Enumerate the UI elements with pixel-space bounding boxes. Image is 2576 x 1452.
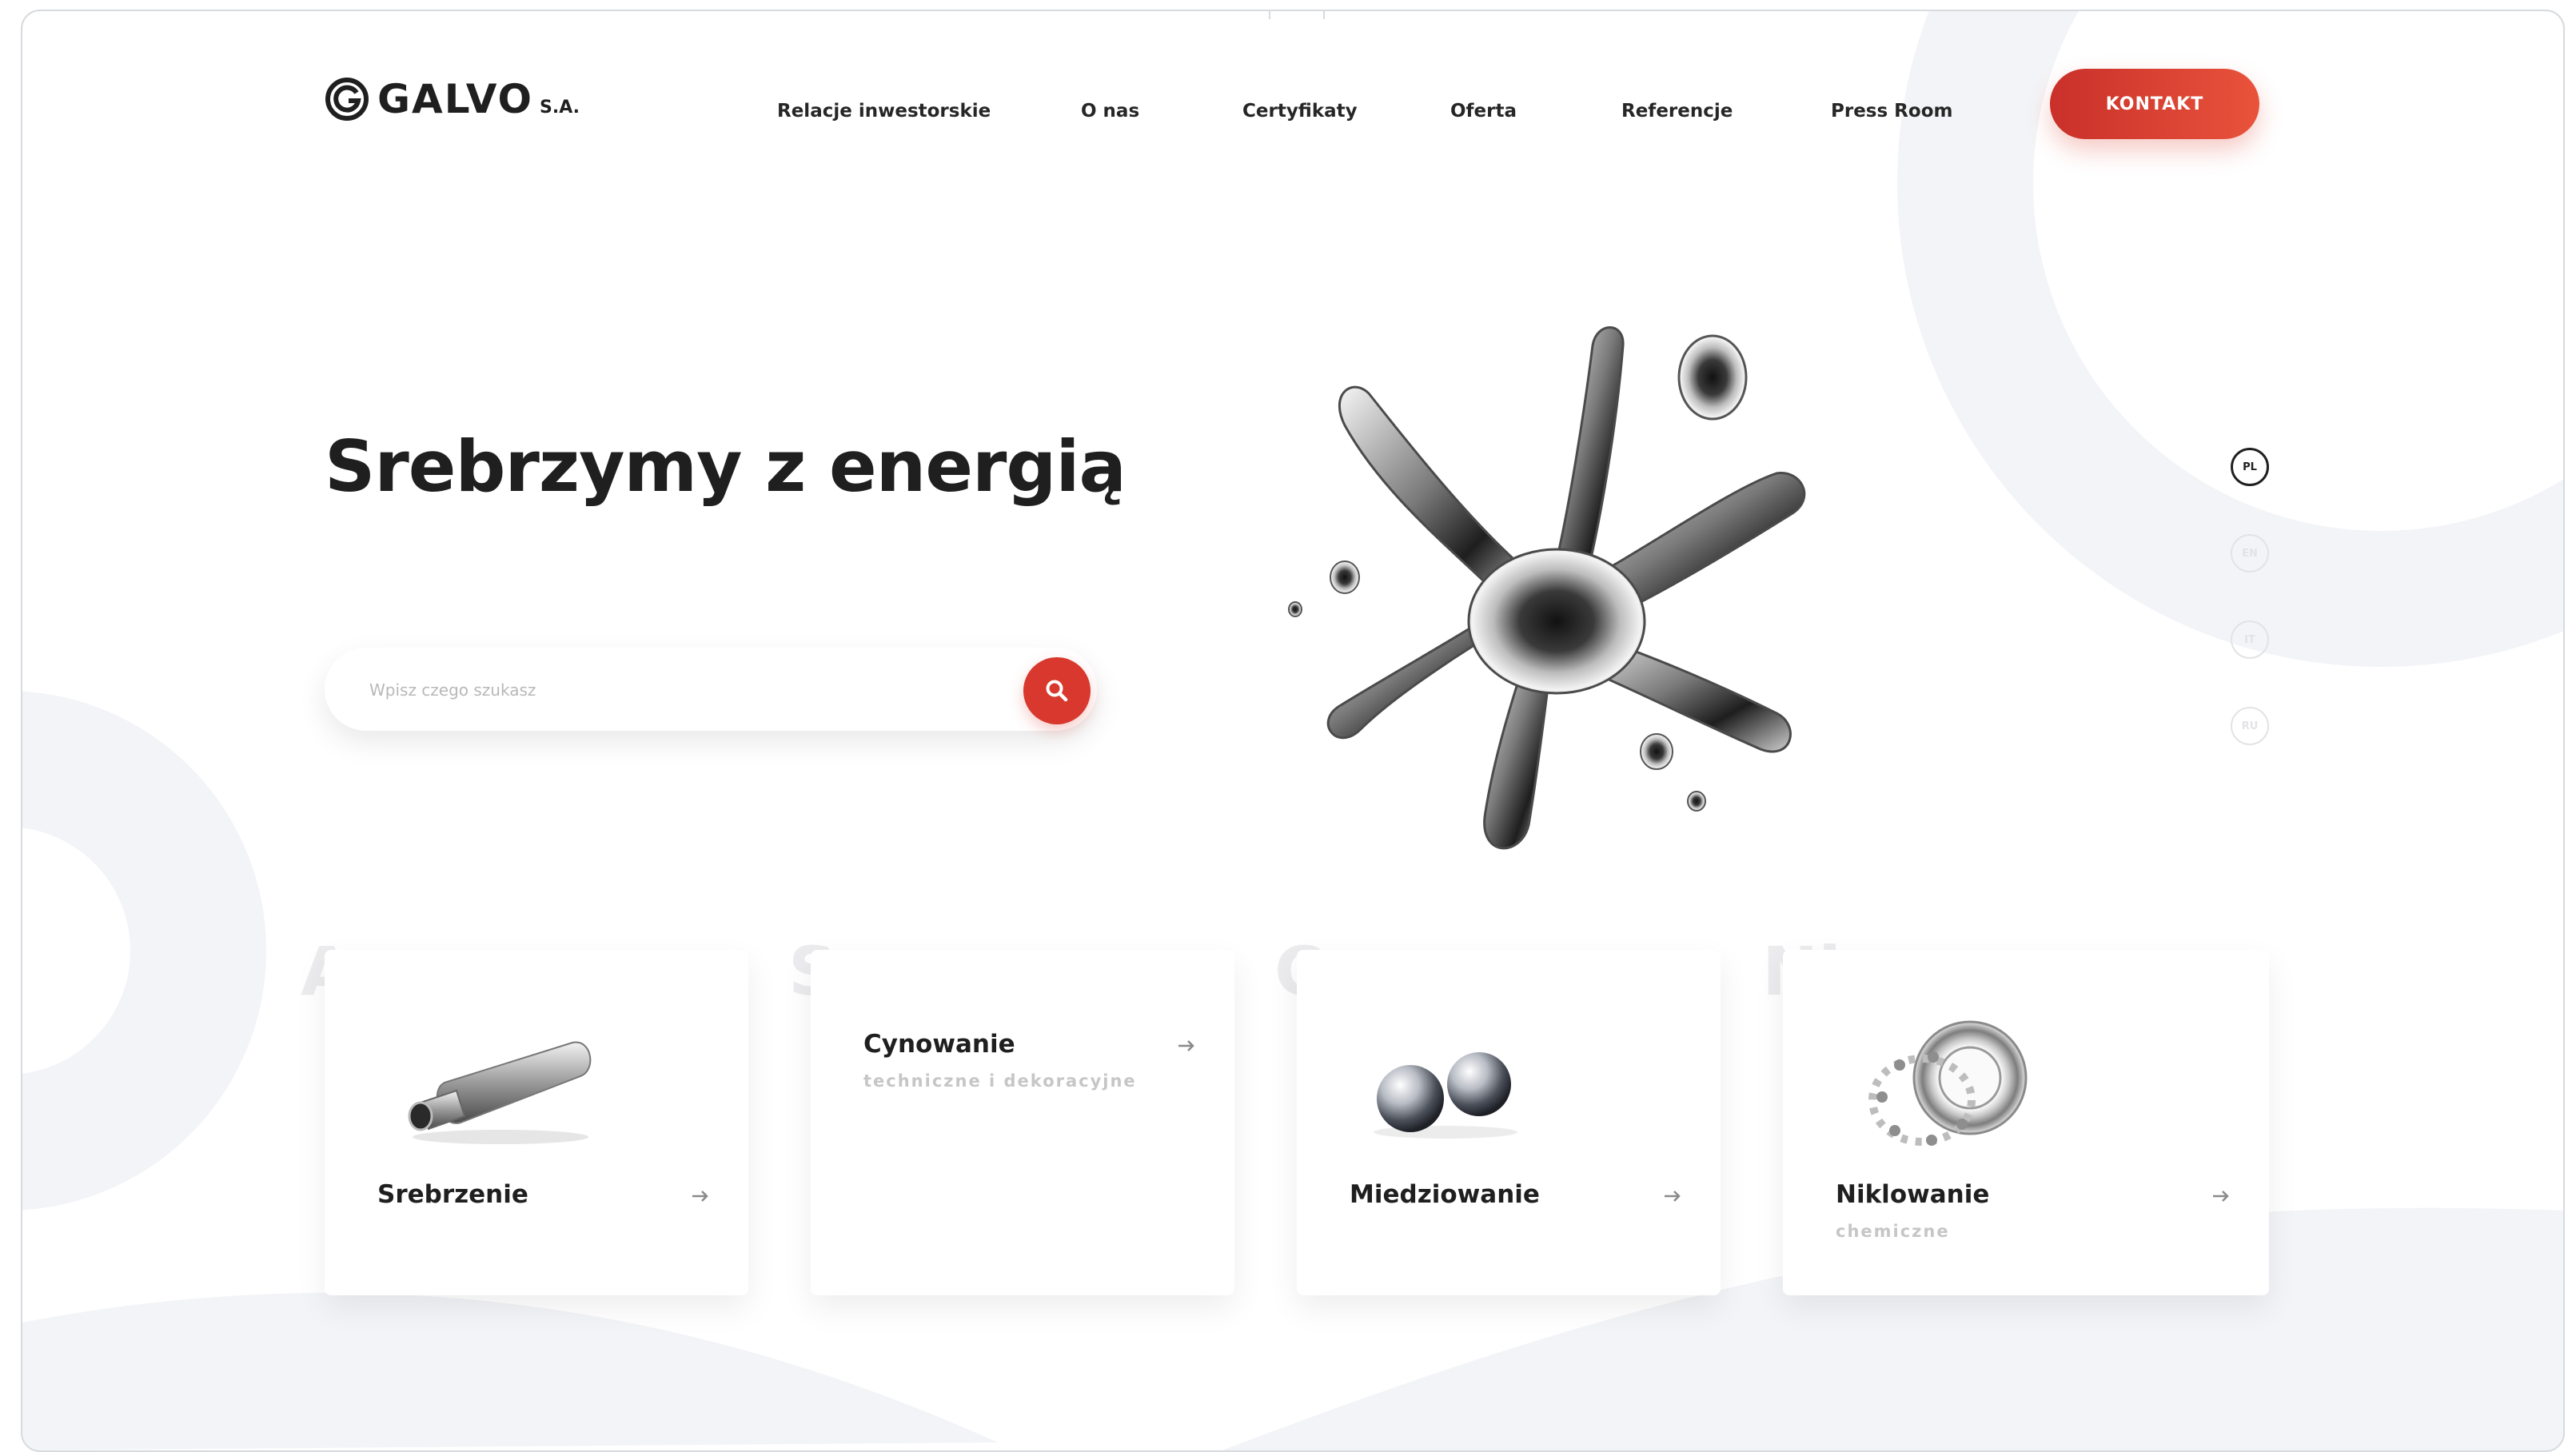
lang-en[interactable]: EN: [2231, 534, 2269, 572]
hero-title: Srebrzymy z energią: [325, 425, 1127, 508]
nav-o-nas[interactable]: O nas: [1081, 101, 1139, 122]
service-card-srebrzenie[interactable]: Srebrzenie: [325, 950, 748, 1295]
ball-bearing-icon: [1868, 1020, 2028, 1146]
galvo-logo-icon: [325, 78, 369, 121]
arrow-right-icon[interactable]: [1177, 1039, 1196, 1052]
search-bar: [325, 648, 1097, 732]
card-subtitle: techniczne i dekoracyjne: [863, 1071, 1137, 1091]
search-button[interactable]: [1023, 657, 1091, 724]
brand-logo[interactable]: GALVO S.A.: [325, 75, 580, 123]
lang-ru[interactable]: RU: [2231, 707, 2269, 745]
nav-oferta[interactable]: Oferta: [1450, 101, 1517, 122]
exhaust-muffler-icon: [408, 1041, 592, 1144]
arrow-right-icon[interactable]: [1663, 1190, 1682, 1203]
bg-ring-left: [22, 691, 266, 1211]
lang-pl[interactable]: PL: [2231, 448, 2269, 486]
metal-balls-icon: [1374, 1052, 1517, 1139]
page-frame: GALVO S.A. Relacje inwestorskie O nas Ce…: [21, 10, 2565, 1452]
bg-wave-bottom-left: [22, 1293, 998, 1450]
nav-referencje[interactable]: Referencje: [1621, 101, 1733, 122]
service-card-miedziowanie[interactable]: Miedziowanie: [1297, 950, 1721, 1295]
card-title: Cynowanie: [863, 1030, 1015, 1059]
service-card-niklowanie[interactable]: Niklowanie chemiczne: [1783, 950, 2269, 1295]
card-title: Srebrzenie: [377, 1180, 528, 1209]
nav-certyfikaty[interactable]: Certyfikaty: [1242, 101, 1358, 122]
nav-relacje-inwestorskie[interactable]: Relacje inwestorskie: [777, 101, 991, 122]
search-icon: [1046, 680, 1068, 702]
liquid-metal-splash-image: [1288, 326, 1806, 850]
arrow-right-icon[interactable]: [691, 1190, 710, 1203]
arrow-right-icon[interactable]: [2211, 1190, 2231, 1203]
card-title: Niklowanie: [1836, 1180, 1990, 1209]
card-title: Miedziowanie: [1350, 1180, 1540, 1209]
search-input[interactable]: [368, 648, 995, 732]
lang-it[interactable]: IT: [2231, 620, 2269, 659]
service-card-cynowanie[interactable]: Cynowanie techniczne i dekoracyjne: [811, 950, 1234, 1295]
brand-suffix: S.A.: [540, 97, 580, 118]
kontakt-button[interactable]: KONTAKT: [2050, 69, 2259, 139]
brand-name: GALVO: [377, 76, 534, 122]
card-subtitle: chemiczne: [1836, 1222, 1950, 1241]
nav-press-room[interactable]: Press Room: [1831, 101, 1952, 122]
